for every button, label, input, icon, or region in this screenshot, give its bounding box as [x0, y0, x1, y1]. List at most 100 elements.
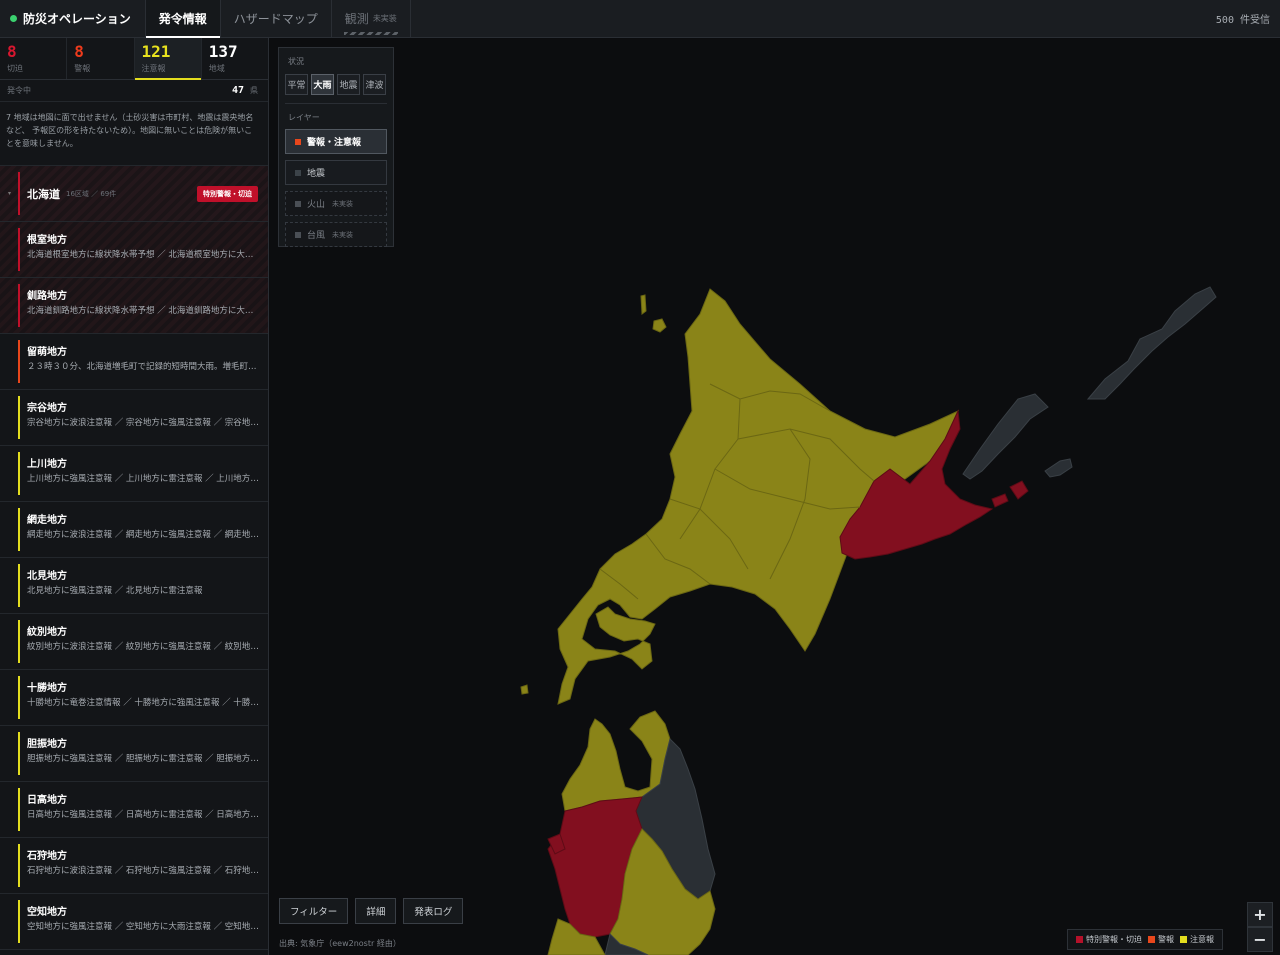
stat-value: 137: [208, 42, 238, 61]
stat-label: 切迫: [7, 64, 23, 73]
stat-imminent[interactable]: 8 切迫: [0, 38, 68, 79]
alert-summary: 日高地方に強風注意報 ／ 日高地方に雷注意報 ／ 日高地方に大雨: [27, 810, 260, 820]
map-region-kuril-small[interactable]: [1044, 458, 1073, 478]
alert-list-item[interactable]: 空知地方空知地方に強風注意報 ／ 空知地方に大雨注意報 ／ 空知地方に雷: [0, 894, 268, 950]
top-bar: 防災オペレーション 発令情報 ハザードマップ 観測 未実装 500 件受信: [0, 0, 1280, 38]
map-region-rebun-island[interactable]: [640, 294, 647, 315]
stat-advisory[interactable]: 121 注意報: [134, 38, 202, 80]
alert-area-name: 十勝地方: [27, 683, 67, 694]
severity-bar: [18, 620, 20, 663]
severity-bar: [18, 788, 20, 831]
alert-list-item[interactable]: 石狩地方石狩地方に波浪注意報 ／ 石狩地方に強風注意報 ／ 石狩地方に雷: [0, 838, 268, 894]
map-coverage-note: 7 地域は地図に面で出せません（土砂災害は市町村、地震は震央地名など、 予報区の…: [0, 102, 268, 166]
active-prefectures-row: 発令中 47 県: [0, 80, 268, 102]
mode-tsunami-button[interactable]: 津波: [363, 74, 386, 95]
alert-list-item[interactable]: 釧路地方北海道釧路地方に線状降水帯予想 ／ 北海道釧路地方に大雨特別警報: [0, 278, 268, 334]
layer-earthquake-toggle[interactable]: 地震: [285, 160, 387, 185]
alert-summary: 北見地方に強風注意報 ／ 北見地方に雷注意報: [27, 586, 203, 596]
tab-hazard-map[interactable]: ハザードマップ: [221, 0, 332, 37]
layer-volcano-toggle[interactable]: 火山 未実装: [285, 191, 387, 216]
zoom-out-button[interactable]: −: [1247, 927, 1273, 952]
alert-list-item[interactable]: 北見地方北見地方に強風注意報 ／ 北見地方に雷注意報: [0, 558, 268, 614]
severity-bar: [18, 396, 20, 439]
stat-label: 警報: [74, 64, 91, 73]
alert-summary: 北海道釧路地方に線状降水帯予想 ／ 北海道釧路地方に大雨特別警報: [27, 306, 260, 316]
map-region-shikotan-islet[interactable]: [991, 493, 1009, 508]
map-region-rishiri-island[interactable]: [652, 318, 667, 333]
tab-observation[interactable]: 観測 未実装: [332, 0, 411, 37]
legend-label: 警報: [1158, 935, 1174, 944]
app-brand: 防災オペレーション: [0, 0, 146, 37]
legend-label: 注意報: [1190, 935, 1214, 944]
alert-area-name: 北見地方: [27, 571, 67, 582]
tab-observation-label: 観測: [344, 12, 369, 26]
legend-swatch-icon: [1180, 936, 1187, 943]
japan-map[interactable]: [270, 39, 1280, 955]
alert-list-item[interactable]: 紋別地方 紋別地方に波浪注意報 ／ 紋別地方に強風注意報 ／ 紋別地方に雷: [0, 614, 268, 670]
announcement-log-button[interactable]: 発表ログ: [403, 898, 464, 924]
severity-bar: [18, 340, 20, 383]
stat-areas[interactable]: 137 地域: [202, 38, 268, 79]
collapse-caret-icon: ▾: [8, 190, 12, 197]
layer-swatch-icon: [295, 169, 301, 176]
region-header-hokkaido[interactable]: ▾ 北海道 16区域 ／ 69件 特別警報・切迫: [0, 166, 268, 222]
alert-summary: 上川地方に強風注意報 ／ 上川地方に雷注意報 ／ 上川地方に大雨: [27, 474, 260, 484]
filter-button[interactable]: フィルター: [279, 898, 349, 924]
layer-section-label: レイヤー: [288, 113, 320, 122]
alert-list-item[interactable]: 根室地方北海道根室地方に線状降水帯予想 ／ 北海道根室地方に大雨特別警報: [0, 222, 268, 278]
map-region-kuril-mid[interactable]: [962, 393, 1049, 480]
mode-earthquake-button[interactable]: 地震: [337, 74, 360, 95]
alert-list-item[interactable]: 上川地方 上川地方に強風注意報 ／ 上川地方に雷注意報 ／ 上川地方に大雨: [0, 446, 268, 502]
alert-area-name: 日高地方: [27, 795, 67, 806]
legend-item-emergency: 特別警報・切迫: [1076, 934, 1142, 945]
details-button[interactable]: 詳細: [355, 898, 397, 924]
alert-area-name: 留萌地方: [27, 347, 67, 358]
map-control-panel: 状況 平常 大雨 地震 津波 レイヤー 警報・注意報 地震 火山 未実装 台風 …: [278, 47, 394, 247]
stat-value: 121: [141, 42, 171, 61]
map-view[interactable]: 状況 平常 大雨 地震 津波 レイヤー 警報・注意報 地震 火山 未実装 台風 …: [270, 39, 1280, 955]
map-legend: 特別警報・切迫 警報 注意報: [1067, 929, 1223, 950]
alert-list-item[interactable]: 十勝地方 十勝地方に竜巻注意情報 ／ 十勝地方に強風注意報 ／ 十勝地方に: [0, 670, 268, 726]
alert-list-item[interactable]: 胆振地方胆振地方に強風注意報 ／ 胆振地方に雷注意報 ／ 胆振地方に大雨: [0, 726, 268, 782]
layer-warnings-toggle[interactable]: 警報・注意報: [285, 129, 387, 154]
alert-summary: 胆振地方に強風注意報 ／ 胆振地方に雷注意報 ／ 胆振地方に大雨: [27, 754, 260, 764]
layer-swatch-icon: [295, 200, 301, 207]
stat-warning[interactable]: 8 警報: [67, 38, 135, 79]
alert-summary: 北海道根室地方に線状降水帯予想 ／ 北海道根室地方に大雨特別警報: [27, 250, 260, 260]
layer-swatch-icon: [295, 138, 301, 145]
alert-list-item[interactable]: 宗谷地方 宗谷地方に波浪注意報 ／ 宗谷地方に強風注意報 ／ 宗谷地方に雷: [0, 390, 268, 446]
severity-bar: [18, 284, 20, 327]
alert-area-name: 空知地方: [27, 907, 67, 918]
alert-list-item[interactable]: 網走地方 網走地方に波浪注意報 ／ 網走地方に強風注意報 ／ 網走地方に雷: [0, 502, 268, 558]
map-region-kuril-north[interactable]: [1086, 286, 1217, 400]
alert-area-name: 胆振地方: [27, 739, 67, 750]
tab-hazard-map-label: ハザードマップ: [233, 12, 318, 26]
severity-bar: [18, 564, 20, 607]
legend-label: 特別警報・切迫: [1086, 935, 1142, 944]
region-meta: 16区域 ／ 69件: [66, 189, 117, 198]
tab-alerts-label: 発令情報: [158, 12, 207, 26]
layer-label: 台風: [307, 231, 326, 241]
alert-area-name: 石狩地方: [27, 851, 67, 862]
layer-label: 警報・注意報: [307, 138, 362, 148]
legend-swatch-icon: [1148, 936, 1155, 943]
tab-alerts[interactable]: 発令情報: [145, 0, 221, 38]
alert-list-item[interactable]: 留萌地方 ２３時３０分、北海道増毛町で記録的短時間大雨。増毛町付近で約: [0, 334, 268, 390]
mode-heavy-rain-button[interactable]: 大雨: [311, 74, 334, 95]
alert-summary: 石狩地方に波浪注意報 ／ 石狩地方に強風注意報 ／ 石狩地方に雷: [27, 866, 260, 876]
tab-observation-badge: 未実装: [372, 14, 397, 23]
alert-summary: 空知地方に強風注意報 ／ 空知地方に大雨注意報 ／ 空知地方に雷: [27, 922, 260, 932]
stat-value: 8: [74, 42, 84, 61]
zoom-in-button[interactable]: +: [1247, 902, 1273, 927]
map-region-nemuro-islet[interactable]: [1009, 480, 1029, 500]
status-section-label: 状況: [288, 57, 304, 66]
mode-normal-button[interactable]: 平常: [285, 74, 308, 95]
alerts-sidebar: 8 切迫 8 警報 121 注意報 137 地域 発令中 47 県 7 地域は地…: [0, 38, 269, 955]
region-name: 北海道: [27, 187, 60, 201]
legend-item-warning: 警報: [1148, 934, 1174, 945]
app-title: 防災オペレーション: [23, 12, 131, 26]
map-region-small-island[interactable]: [520, 684, 529, 695]
layer-typhoon-toggle[interactable]: 台風 未実装: [285, 222, 387, 247]
alert-list-item[interactable]: 日高地方日高地方に強風注意報 ／ 日高地方に雷注意報 ／ 日高地方に大雨: [0, 782, 268, 838]
alert-area-name: 釧路地方: [27, 291, 67, 302]
